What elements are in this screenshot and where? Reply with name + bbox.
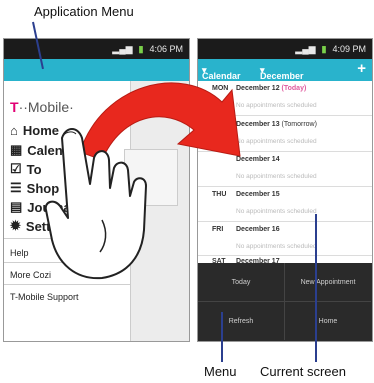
menu-new-appointment-button[interactable]: New Appointment — [285, 263, 371, 302]
day-header-fri: FRI December 16 — [212, 226, 280, 233]
status-bar: ▂▄▆ ▮ 4:06 PM — [4, 39, 189, 59]
menu-item-todo[interactable]: ☑ To — [10, 161, 42, 177]
callout-line-current-screen — [315, 214, 317, 362]
no-appointments-text: No appointments scheduled — [236, 173, 317, 180]
menu-refresh-button[interactable]: Refresh — [198, 302, 285, 340]
add-appointment-button[interactable]: + — [357, 60, 366, 77]
no-appointments-text: No appointments scheduled — [236, 243, 317, 250]
journal-icon: ▤ — [10, 199, 23, 214]
battery-icon: ▮ — [321, 43, 327, 54]
battery-icon: ▮ — [138, 43, 144, 54]
options-menu-panel: Today New Appointment Refresh Home — [198, 263, 372, 341]
menu-home-button[interactable]: Home — [285, 302, 371, 340]
status-time: 4:09 PM — [332, 44, 366, 54]
gear-icon: ✹ — [10, 218, 21, 233]
menu-item-tmobile-support[interactable]: T-Mobile Support — [10, 292, 79, 302]
signal-icon: ▂▄▆ — [295, 43, 316, 54]
status-bar: ▂▄▆ ▮ 4:09 PM — [198, 39, 372, 59]
tmobile-logo: T··Mobile· — [10, 99, 74, 115]
signal-icon: ▂▄▆ — [112, 43, 133, 54]
callout-line-menu — [221, 312, 223, 362]
todo-icon: ☑ — [10, 161, 22, 176]
no-appointments-text: No appointments scheduled — [236, 208, 317, 215]
calendar-icon: ▦ — [10, 142, 23, 157]
status-time: 4:06 PM — [149, 44, 183, 54]
home-icon: ⌂ — [10, 123, 18, 138]
hand-gesture-icon — [44, 128, 147, 280]
menu-divider — [4, 284, 130, 285]
menu-today-button[interactable]: Today — [198, 263, 285, 302]
menu-item-help[interactable]: Help — [10, 248, 29, 258]
shopping-icon: ☰ — [10, 180, 22, 195]
callout-current-screen: Current screen — [260, 364, 346, 379]
day-header-thu: THU December 15 — [212, 191, 280, 198]
callout-application-menu: Application Menu — [34, 4, 134, 19]
callout-menu: Menu — [204, 364, 237, 379]
